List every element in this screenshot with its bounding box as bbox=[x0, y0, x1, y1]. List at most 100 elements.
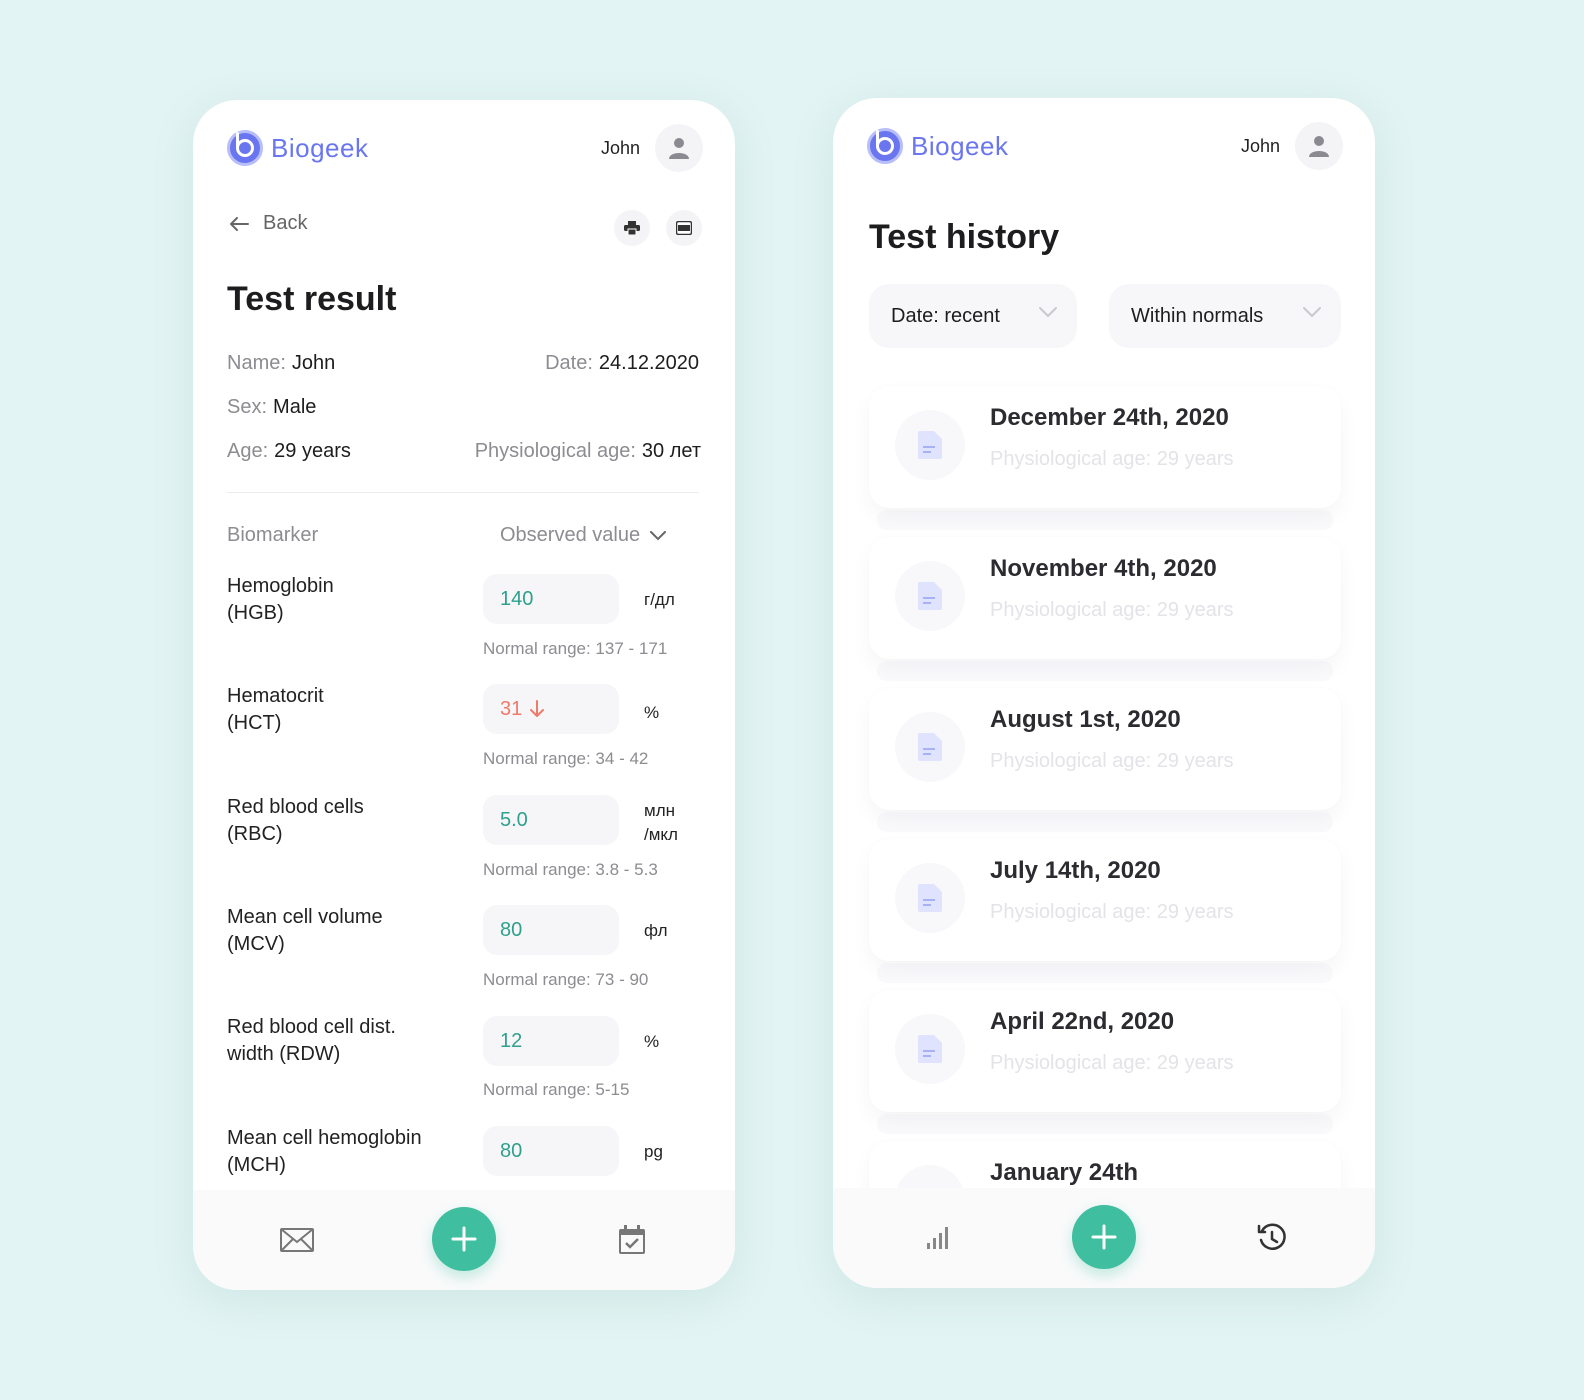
history-date: July 14th, 2020 bbox=[990, 857, 1161, 884]
normal-range-hct: Normal range: 34 - 42 bbox=[483, 749, 649, 768]
history-date: January 24th bbox=[990, 1159, 1139, 1186]
brand-logo[interactable]: Biogeek bbox=[227, 130, 368, 166]
physiological-age: Physiological age: 30 лет bbox=[475, 440, 701, 463]
marker-name-mcv: Mean cell volume (MCV) bbox=[227, 906, 383, 955]
card-shadow bbox=[877, 1114, 1333, 1134]
back-label: Back bbox=[263, 212, 308, 234]
bottom-nav bbox=[833, 1188, 1375, 1288]
card-shadow bbox=[877, 661, 1333, 681]
nav-calendar[interactable] bbox=[614, 1222, 650, 1258]
history-phys-age: Physiological age: 29 years bbox=[990, 750, 1234, 772]
page-title: Test result bbox=[227, 280, 397, 318]
age-label: Age: bbox=[227, 440, 269, 462]
biogeek-logo-icon bbox=[867, 128, 903, 164]
value-input-hct[interactable]: 31 bbox=[483, 684, 619, 734]
history-entry[interactable]: November 4th, 2020 Physiological age: 29… bbox=[869, 537, 1341, 659]
pdf-icon bbox=[676, 221, 692, 235]
unit-rbc: млн /мкл bbox=[644, 801, 678, 844]
add-button[interactable] bbox=[432, 1207, 496, 1271]
history-phys-age: Physiological age: 29 years bbox=[990, 448, 1234, 470]
nav-stats[interactable] bbox=[919, 1220, 955, 1256]
bottom-nav bbox=[193, 1190, 735, 1290]
column-header-observed[interactable]: Observed value bbox=[500, 524, 667, 547]
normal-range-hgb: Normal range: 137 - 171 bbox=[483, 639, 668, 658]
printer-icon bbox=[624, 221, 640, 235]
print-button[interactable] bbox=[614, 210, 650, 246]
history-phys-age: Physiological age: 29 years bbox=[990, 1052, 1234, 1074]
card-shadow bbox=[877, 812, 1333, 832]
phys-age-value: 30 лет bbox=[641, 440, 701, 462]
history-date: December 24th, 2020 bbox=[990, 404, 1229, 431]
phys-age-label: Physiological age: bbox=[474, 440, 636, 462]
user-icon bbox=[1309, 136, 1329, 157]
history-icon bbox=[1257, 1223, 1286, 1250]
plus-icon bbox=[451, 1226, 477, 1252]
history-phys-age: Physiological age: 29 years bbox=[990, 599, 1234, 621]
marker-name-hct: Hematocrit (HCT) bbox=[227, 685, 324, 734]
brand-logo[interactable]: Biogeek bbox=[867, 128, 1008, 164]
age-value: 29 years bbox=[274, 440, 351, 462]
marker-name-mch: Mean cell hemoglobin (MCH) bbox=[227, 1127, 422, 1176]
normal-range-rdw: Normal range: 5-15 bbox=[483, 1080, 630, 1099]
status-filter-label: Within normals bbox=[1131, 304, 1264, 327]
status-filter-dropdown[interactable]: Within normals bbox=[1109, 284, 1341, 348]
arrow-down-icon bbox=[530, 700, 545, 717]
avatar[interactable] bbox=[1295, 122, 1343, 170]
date-value: 24.12.2020 bbox=[598, 352, 699, 374]
history-entry[interactable]: August 1st, 2020 Physiological age: 29 y… bbox=[869, 688, 1341, 810]
unit-hct: % bbox=[644, 703, 660, 722]
value-input-mch[interactable]: 80 bbox=[483, 1126, 619, 1176]
biogeek-logo-icon bbox=[227, 130, 263, 166]
nav-messages[interactable] bbox=[279, 1222, 315, 1258]
avatar[interactable] bbox=[655, 124, 703, 172]
chevron-down-icon bbox=[1039, 307, 1057, 318]
value-input-hgb[interactable]: 140 bbox=[483, 574, 619, 624]
app-header: Biogeek John bbox=[193, 100, 735, 200]
history-entry[interactable]: April 22nd, 2020 Physiological age: 29 y… bbox=[869, 990, 1341, 1112]
chevron-down-icon bbox=[1303, 307, 1321, 318]
plus-icon bbox=[1091, 1224, 1117, 1250]
history-date: November 4th, 2020 bbox=[990, 555, 1217, 582]
history-entry[interactable]: July 14th, 2020 Physiological age: 29 ye… bbox=[869, 839, 1341, 961]
document-icon-wrap bbox=[895, 863, 965, 933]
test-history-screen: Biogeek John Test history Date: recent W… bbox=[833, 98, 1375, 1288]
bar-chart-icon bbox=[927, 1227, 948, 1249]
user-icon bbox=[669, 138, 689, 159]
brand-name: Biogeek bbox=[271, 132, 369, 163]
document-icon bbox=[918, 884, 942, 912]
pdf-button[interactable] bbox=[666, 210, 702, 246]
date-label: Date: bbox=[545, 352, 593, 374]
marker-name-rbc: Red blood cells (RBC) bbox=[227, 796, 364, 845]
normal-range-mcv: Normal range: 73 - 90 bbox=[483, 970, 649, 989]
document-icon bbox=[918, 582, 942, 610]
user-name: John bbox=[1240, 136, 1280, 156]
user-name: John bbox=[600, 138, 640, 158]
sex-value: Male bbox=[273, 396, 317, 418]
app-header: Biogeek John bbox=[833, 98, 1375, 198]
document-icon-wrap bbox=[895, 712, 965, 782]
value-input-rdw[interactable]: 12 bbox=[483, 1016, 619, 1066]
document-icon-wrap bbox=[895, 561, 965, 631]
brand-name: Biogeek bbox=[911, 130, 1009, 161]
arrow-left-icon bbox=[230, 216, 249, 231]
document-icon bbox=[918, 1035, 942, 1063]
back-button[interactable]: Back bbox=[229, 212, 307, 235]
patient-sex: Sex: Male bbox=[227, 396, 316, 419]
marker-name-hgb: Hemoglobin (HGB) bbox=[227, 575, 334, 624]
card-shadow bbox=[877, 963, 1333, 983]
mail-icon bbox=[280, 1228, 314, 1252]
calendar-check-icon bbox=[619, 1225, 645, 1254]
unit-mch: pg bbox=[644, 1142, 663, 1161]
nav-history[interactable] bbox=[1254, 1220, 1290, 1256]
document-icon-wrap bbox=[895, 1014, 965, 1084]
history-entry[interactable]: December 24th, 2020 Physiological age: 2… bbox=[869, 386, 1341, 508]
test-result-screen: Biogeek John Back Test result Name:John bbox=[193, 100, 735, 1290]
unit-hgb: г/дл bbox=[644, 590, 675, 609]
unit-mcv: фл bbox=[644, 921, 668, 940]
date-filter-dropdown[interactable]: Date: recent bbox=[869, 284, 1077, 348]
chevron-down-icon bbox=[650, 530, 667, 540]
value-input-mcv[interactable]: 80 bbox=[483, 905, 619, 955]
add-button[interactable] bbox=[1072, 1205, 1136, 1269]
value-input-rbc[interactable]: 5.0 bbox=[483, 795, 619, 845]
patient-age: Age: 29 years bbox=[227, 440, 351, 463]
